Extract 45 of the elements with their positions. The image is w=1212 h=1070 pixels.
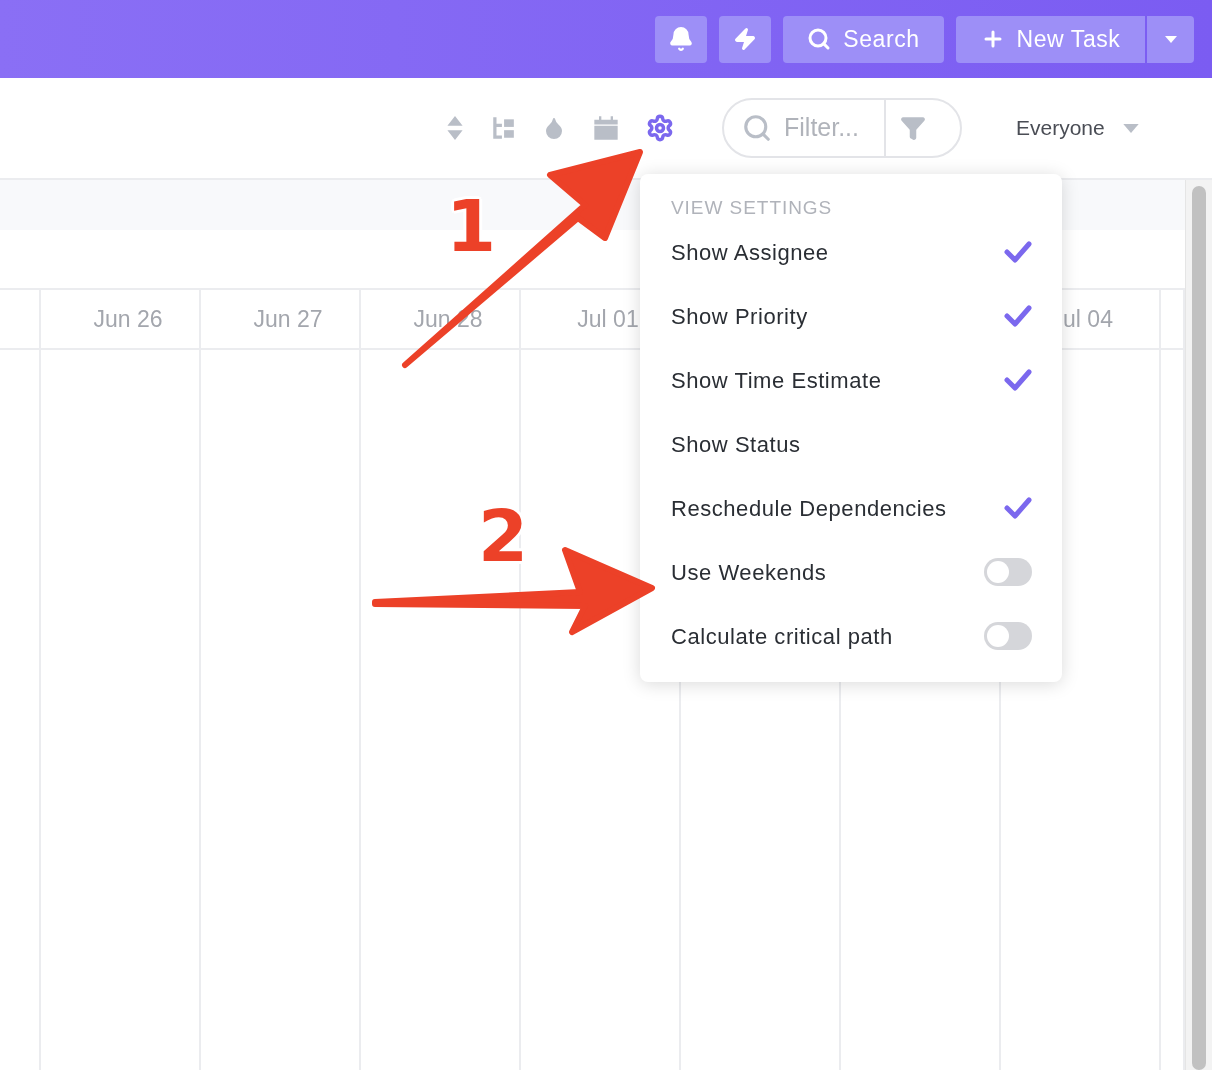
menu-item[interactable]: Calculate critical path <box>671 604 1032 668</box>
menu-title: VIEW SETTINGS <box>671 196 834 220</box>
option-label: Show Time Estimate <box>671 366 882 395</box>
date-label: Jun 26 <box>93 304 163 334</box>
menu-item[interactable]: Show Assignee <box>671 220 1032 284</box>
bell-icon <box>668 26 694 52</box>
checkmark-icon[interactable] <box>1004 241 1032 263</box>
step-number: 1 <box>446 190 497 262</box>
date-label: Jun 27 <box>253 304 323 334</box>
calendar-icon[interactable] <box>592 114 620 142</box>
search-icon <box>742 113 772 143</box>
date-label: Jul 01 <box>577 304 639 334</box>
filter-field[interactable]: Filter... <box>784 109 884 147</box>
notifications-button[interactable] <box>655 15 707 63</box>
toggle-switch[interactable] <box>984 558 1032 586</box>
settings-icon[interactable] <box>646 114 674 142</box>
option-label: Show Priority <box>671 302 808 331</box>
automation-button[interactable] <box>719 15 771 63</box>
option-label: Use Weekends <box>671 558 827 587</box>
hierarchy-icon[interactable] <box>490 115 516 141</box>
checkmark-icon[interactable] <box>1004 305 1032 327</box>
checkmark-icon[interactable] <box>1004 369 1032 391</box>
toggle-switch[interactable] <box>984 622 1032 650</box>
date-label: ul 04 <box>1063 304 1113 334</box>
option-label: Show Assignee <box>671 238 829 267</box>
menu-item[interactable]: Use Weekends <box>671 540 1032 604</box>
funnel-icon[interactable] <box>900 115 926 141</box>
checkmark-icon[interactable] <box>1004 497 1032 519</box>
lightning-icon <box>733 27 757 51</box>
option-label: Reschedule Dependencies <box>671 494 947 523</box>
assignee-dropdown[interactable]: Everyone <box>1016 112 1139 144</box>
new-task-menu-button[interactable] <box>1147 15 1194 63</box>
caret-icon <box>1164 35 1177 43</box>
scrollbar[interactable] <box>1185 180 1212 1070</box>
option-label: Calculate critical path <box>671 622 893 651</box>
sort-icon[interactable] <box>446 115 464 141</box>
menu-item[interactable]: Show Status <box>671 412 1032 476</box>
menu-item[interactable]: Show Time Estimate <box>671 348 1032 412</box>
option-label: Show Status <box>671 430 801 459</box>
filter-bar[interactable]: Filter... <box>722 98 962 158</box>
search-icon <box>807 27 832 51</box>
caret-icon <box>1122 123 1139 133</box>
step-number: 2 <box>478 500 529 572</box>
menu-item[interactable]: Show Priority <box>671 284 1032 348</box>
menu-item[interactable]: Reschedule Dependencies <box>671 476 1032 540</box>
